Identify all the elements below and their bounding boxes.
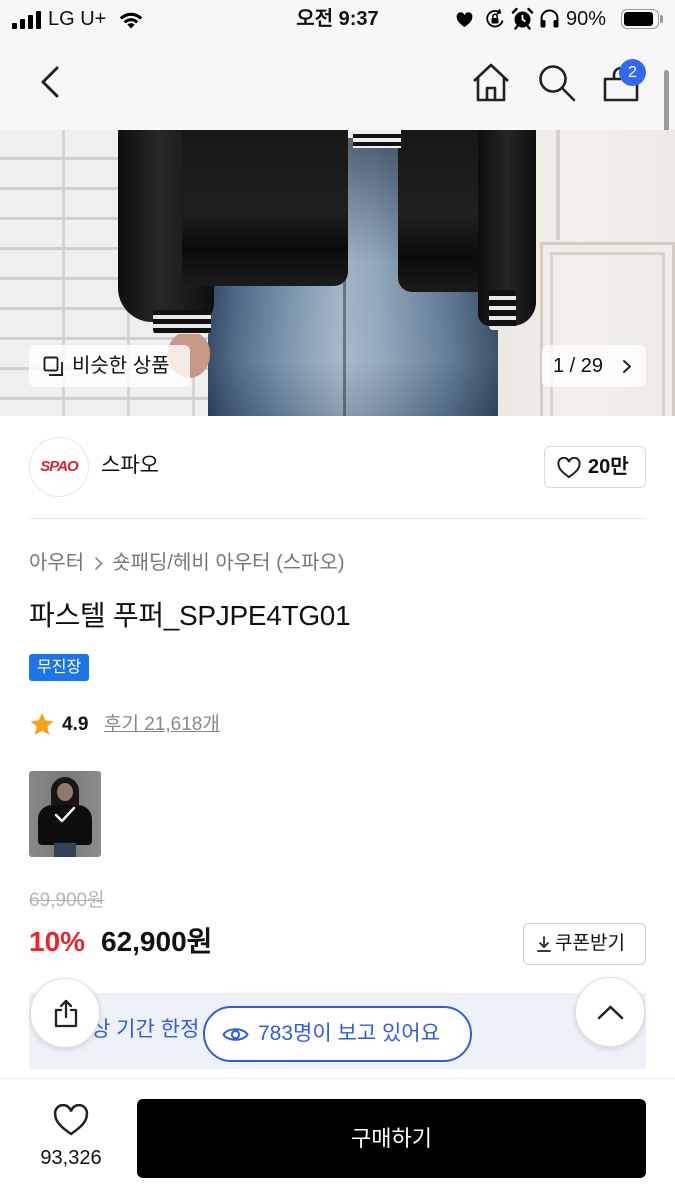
promo-banner-text: 상 기간 한정 [91,1018,200,1041]
wishlist-count: 93,326 [40,1147,102,1169]
check-icon [53,804,77,824]
copy-icon [43,356,64,377]
rotation-lock-icon [484,8,506,30]
heart-outline-icon [557,457,581,479]
photo-right-cuff [489,290,516,330]
photo-left-cuff [153,310,211,334]
similar-products-button[interactable]: 비슷한 상품 [29,345,190,387]
product-image-gallery[interactable]: 비슷한 상품 1 / 29 [0,130,675,416]
coupon-label: 쿠폰받기 [555,933,625,954]
share-button[interactable] [30,978,100,1048]
color-option-thumbnail[interactable] [29,771,101,857]
reviews-link[interactable]: 후기 21,618개 [104,713,220,737]
sale-price: 62,900원 [101,926,213,957]
breadcrumb-item-category[interactable]: 아우터 [29,550,84,576]
live-viewers-text: 783명이 보고 있어요 [258,1022,440,1045]
divider [29,518,646,519]
battery-percentage: 90% [566,8,607,30]
photo-door-panel [540,242,675,416]
battery-tip [660,15,663,23]
status-bar: LG U+ 오전 9:37 90% [0,0,675,40]
home-button[interactable] [472,63,510,102]
brand-logo[interactable]: SPAO [29,437,89,497]
breadcrumb: 아우터 숏패딩/헤비 아우터 (스파오) [29,550,345,576]
breadcrumb-item-subcategory[interactable]: 숏패딩/헤비 아우터 (스파오) [112,550,344,576]
heart-outline-icon [53,1104,89,1137]
scrollbar[interactable] [664,70,669,137]
wishlist-button[interactable]: 93,326 [26,1100,116,1172]
chevron-up-icon [597,1005,624,1020]
star-icon [29,712,55,737]
discount-rate: 10% [29,926,86,957]
buy-button[interactable]: 구매하기 [137,1099,646,1178]
chevron-right-icon [622,359,632,374]
similar-products-label: 비슷한 상품 [72,355,170,377]
battery-icon [621,9,659,29]
photo-door-frame [556,130,560,240]
photo-collar-stripes [353,130,401,148]
download-coupon-button[interactable]: 쿠폰받기 [523,923,646,965]
image-counter-label: 1 / 29 [553,355,604,377]
product-title: 파스텔 푸퍼_SPJPE4TG01 [29,600,351,631]
product-detail-screen: LG U+ 오전 9:37 90% 2 비슷한 상품 1 / 29 SPAO 스… [0,0,675,1200]
brand-name-link[interactable]: 스파오 [101,453,159,479]
chevron-right-icon [94,556,103,571]
heart-status-icon [456,12,473,28]
rating-score: 4.9 [62,714,89,735]
image-counter[interactable]: 1 / 29 [542,345,646,387]
eye-icon [222,1025,249,1044]
scroll-to-top-button[interactable] [575,977,645,1047]
cart-count-badge: 2 [619,59,646,86]
brand-like-count: 20만 [588,456,629,478]
search-button[interactable] [537,62,577,102]
brand-like-button[interactable]: 20만 [544,446,646,488]
download-icon [537,936,551,952]
battery-fill [624,12,653,26]
headphones-icon [539,8,560,29]
share-icon [52,998,80,1028]
back-button[interactable] [38,64,64,100]
live-viewers-pill: 783명이 보고 있어요 [203,1006,472,1062]
photo-jacket-left-front [182,130,348,286]
original-price: 69,900원 [29,890,105,911]
event-badge: 무진장 [29,654,90,681]
alarm-clock-icon [511,7,534,30]
